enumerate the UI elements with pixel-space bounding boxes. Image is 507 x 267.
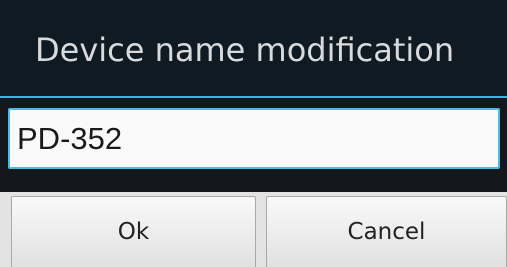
dialog-title-bar: Device name modification <box>0 0 507 98</box>
cancel-button[interactable]: Cancel <box>266 196 507 267</box>
ok-button[interactable]: Ok <box>11 196 256 267</box>
device-name-dialog: Device name modification Ok Cancel <box>0 0 507 267</box>
dialog-title: Device name modification <box>35 31 455 69</box>
device-name-input[interactable] <box>8 108 500 169</box>
